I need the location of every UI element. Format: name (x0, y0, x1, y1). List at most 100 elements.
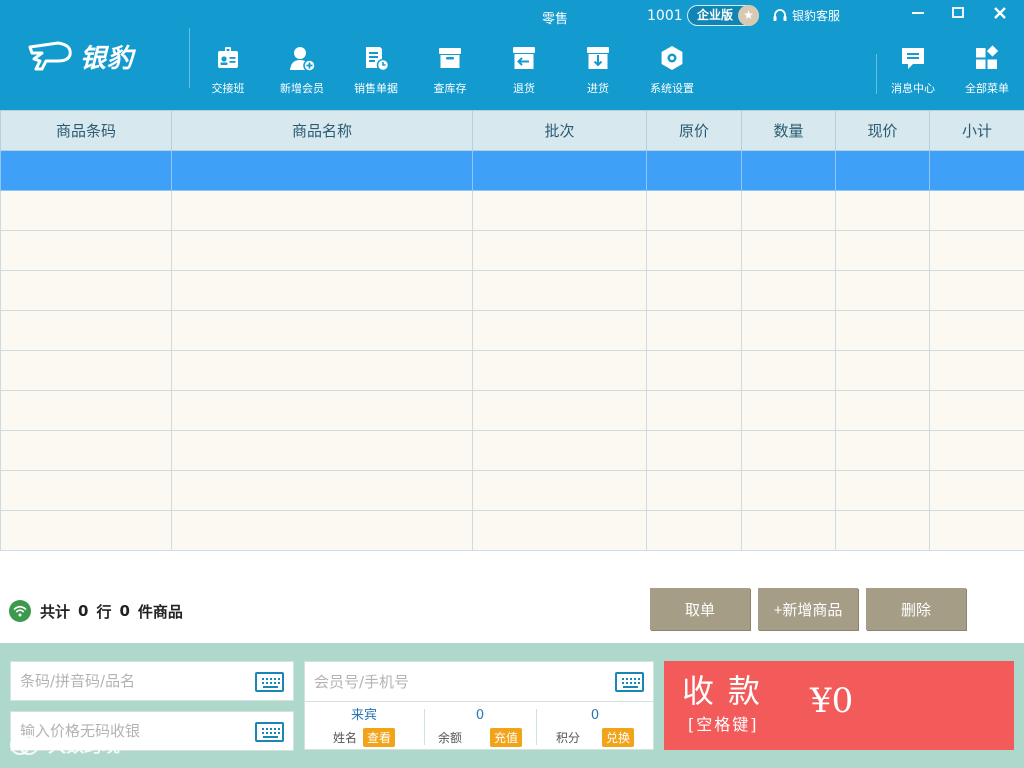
table-cell[interactable] (171, 310, 473, 351)
table-cell[interactable] (646, 350, 742, 391)
add-product-button[interactable]: +新增商品 (758, 588, 858, 630)
table-cell[interactable] (929, 510, 1024, 551)
edition-badge[interactable]: 企业版 ★ (687, 5, 759, 26)
table-cell[interactable] (171, 510, 473, 551)
maximize-button[interactable] (944, 4, 972, 26)
table-cell[interactable] (929, 470, 1024, 511)
toolbar-return[interactable]: 退货 (494, 44, 554, 96)
table-cell[interactable] (472, 350, 647, 391)
table-cell[interactable] (646, 230, 742, 271)
table-cell[interactable] (646, 310, 742, 351)
toolbar-message-center[interactable]: 消息中心 (883, 44, 943, 96)
table-row[interactable] (0, 150, 1024, 191)
table-cell[interactable] (929, 390, 1024, 431)
table-cell[interactable] (472, 430, 647, 471)
table-cell[interactable] (929, 230, 1024, 271)
table-cell[interactable] (472, 310, 647, 351)
table-cell[interactable] (741, 270, 836, 311)
table-cell[interactable] (472, 470, 647, 511)
table-cell[interactable] (646, 150, 742, 191)
checkout-button[interactable]: 收款 [空格键] ¥0 (664, 661, 1014, 750)
table-cell[interactable] (0, 270, 172, 311)
keyboard-icon[interactable] (255, 722, 284, 742)
table-cell[interactable] (741, 230, 836, 271)
column-header-subtotal[interactable]: 小计 (929, 110, 1024, 151)
toolbar-system-settings[interactable]: 系统设置 (642, 44, 702, 96)
table-cell[interactable] (835, 310, 930, 351)
minimize-button[interactable] (904, 4, 932, 26)
table-cell[interactable] (472, 190, 647, 231)
table-cell[interactable] (646, 430, 742, 471)
customer-service-link[interactable]: 银豹客服 (772, 7, 840, 24)
table-cell[interactable] (472, 230, 647, 271)
keyboard-icon[interactable] (615, 672, 644, 692)
table-cell[interactable] (741, 510, 836, 551)
table-cell[interactable] (171, 230, 473, 271)
table-cell[interactable] (929, 270, 1024, 311)
delete-button[interactable]: 删除 (866, 588, 966, 630)
table-cell[interactable] (0, 150, 172, 191)
toolbar-all-menu[interactable]: 全部菜单 (957, 44, 1017, 96)
table-row[interactable] (0, 350, 1024, 391)
column-header-quantity[interactable]: 数量 (741, 110, 836, 151)
table-cell[interactable] (0, 430, 172, 471)
table-cell[interactable] (929, 150, 1024, 191)
table-cell[interactable] (835, 230, 930, 271)
table-cell[interactable] (741, 150, 836, 191)
table-cell[interactable] (835, 470, 930, 511)
table-cell[interactable] (741, 190, 836, 231)
table-cell[interactable] (171, 150, 473, 191)
column-header-original-price[interactable]: 原价 (646, 110, 742, 151)
table-cell[interactable] (741, 350, 836, 391)
table-cell[interactable] (835, 150, 930, 191)
toolbar-add-member[interactable]: 新增会员 (272, 44, 332, 96)
table-cell[interactable] (741, 470, 836, 511)
table-cell[interactable] (929, 350, 1024, 391)
table-cell[interactable] (835, 350, 930, 391)
table-cell[interactable] (929, 190, 1024, 231)
table-cell[interactable] (646, 390, 742, 431)
table-cell[interactable] (472, 510, 647, 551)
table-cell[interactable] (0, 470, 172, 511)
table-cell[interactable] (0, 350, 172, 391)
table-cell[interactable] (741, 430, 836, 471)
table-cell[interactable] (171, 470, 473, 511)
column-header-batch[interactable]: 批次 (472, 110, 647, 151)
cancel-order-button[interactable]: 取单 (650, 588, 750, 630)
toolbar-restock[interactable]: 进货 (568, 44, 628, 96)
table-cell[interactable] (0, 230, 172, 271)
column-header-current-price[interactable]: 现价 (835, 110, 930, 151)
table-row[interactable] (0, 190, 1024, 231)
table-cell[interactable] (472, 150, 647, 191)
toolbar-shift-handover[interactable]: 交接班 (198, 44, 258, 96)
table-cell[interactable] (472, 270, 647, 311)
toolbar-check-inventory[interactable]: 查库存 (420, 44, 480, 96)
table-cell[interactable] (0, 510, 172, 551)
table-cell[interactable] (835, 270, 930, 311)
table-cell[interactable] (646, 470, 742, 511)
table-cell[interactable] (171, 270, 473, 311)
table-row[interactable] (0, 270, 1024, 311)
column-header-name[interactable]: 商品名称 (171, 110, 473, 151)
barcode-input[interactable] (11, 662, 293, 700)
table-cell[interactable] (929, 310, 1024, 351)
column-header-barcode[interactable]: 商品条码 (0, 110, 172, 151)
table-cell[interactable] (835, 430, 930, 471)
view-member-button[interactable]: 查看 (363, 728, 396, 747)
table-row[interactable] (0, 470, 1024, 511)
table-row[interactable] (0, 430, 1024, 471)
toolbar-sales-receipts[interactable]: 销售单据 (346, 44, 406, 96)
keyboard-icon[interactable] (255, 672, 284, 692)
table-cell[interactable] (171, 430, 473, 471)
table-cell[interactable] (171, 390, 473, 431)
table-cell[interactable] (0, 310, 172, 351)
table-cell[interactable] (472, 390, 647, 431)
table-cell[interactable] (646, 270, 742, 311)
close-button[interactable] (986, 4, 1014, 26)
table-cell[interactable] (835, 390, 930, 431)
table-cell[interactable] (929, 430, 1024, 471)
table-row[interactable] (0, 310, 1024, 351)
table-cell[interactable] (646, 190, 742, 231)
table-cell[interactable] (171, 350, 473, 391)
table-row[interactable] (0, 230, 1024, 271)
